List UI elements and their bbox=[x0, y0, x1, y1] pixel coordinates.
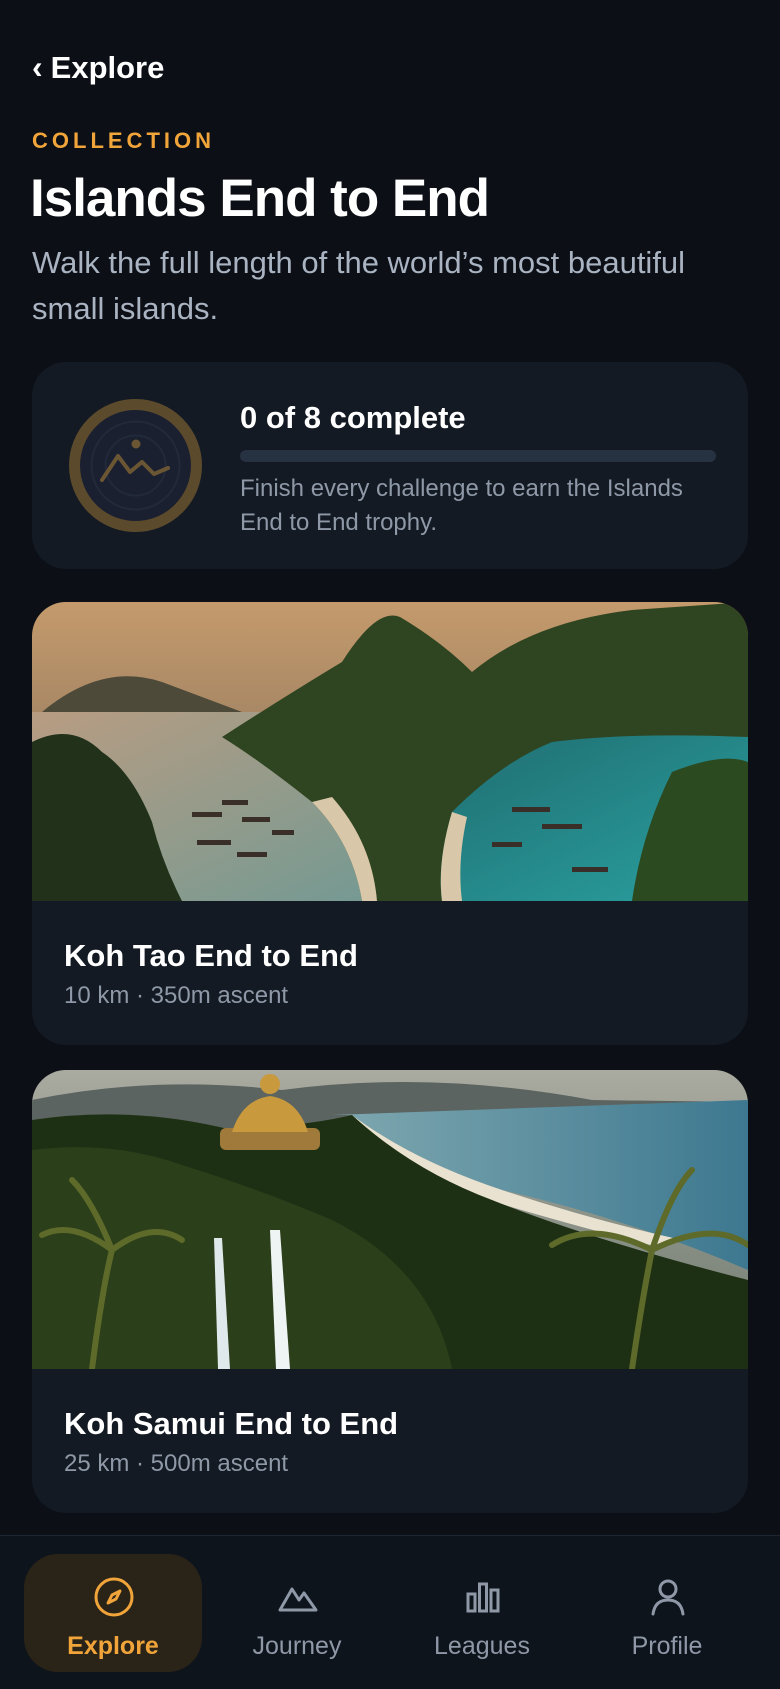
koh-samui-photo bbox=[32, 1070, 748, 1369]
challenge-title: Koh Tao End to End bbox=[64, 938, 358, 973]
trophy-badge-icon bbox=[69, 399, 202, 532]
page-subtitle: Walk the full length of the world’s most… bbox=[32, 245, 686, 326]
collection-eyebrow: COLLECTION bbox=[32, 128, 215, 153]
page-title: Islands End to End bbox=[30, 169, 490, 228]
bottom-tab-bar: Explore Journey Leagues Profile bbox=[0, 1535, 780, 1689]
back-button[interactable]: ‹ Explore bbox=[32, 50, 164, 86]
challenge-meta: 10 km · 350m ascent bbox=[64, 982, 289, 1009]
tab-journey[interactable]: Journey bbox=[208, 1554, 386, 1672]
collection-progress-card: 0 of 8 complete Finish every challenge t… bbox=[32, 362, 748, 569]
tab-leagues[interactable]: Leagues bbox=[393, 1554, 571, 1672]
chevron-left-icon: ‹ bbox=[32, 49, 43, 85]
progress-bar bbox=[240, 450, 716, 462]
progress-description: Finish every challenge to earn the Islan… bbox=[240, 475, 683, 536]
bar-chart-icon bbox=[466, 1582, 500, 1613]
challenge-card-koh-tao[interactable]: Koh Tao End to End 10 km · 350m ascent bbox=[32, 602, 748, 1045]
tab-label: Journey bbox=[252, 1632, 342, 1660]
tab-explore[interactable]: Explore bbox=[24, 1554, 202, 1672]
challenge-meta: 25 km · 500m ascent bbox=[64, 1450, 289, 1477]
progress-count: 0 of 8 complete bbox=[240, 400, 466, 435]
mountain-icon bbox=[278, 1587, 318, 1612]
person-icon bbox=[651, 1579, 685, 1616]
koh-tao-photo bbox=[32, 602, 748, 901]
tab-label: Leagues bbox=[434, 1632, 530, 1660]
challenge-title: Koh Samui End to End bbox=[64, 1406, 399, 1441]
compass-icon bbox=[94, 1577, 134, 1617]
tab-profile[interactable]: Profile bbox=[578, 1554, 756, 1672]
back-label: Explore bbox=[50, 50, 165, 85]
tab-label: Profile bbox=[631, 1632, 703, 1660]
tab-label: Explore bbox=[67, 1632, 159, 1660]
challenge-card-koh-samui[interactable]: Koh Samui End to End 25 km · 500m ascent bbox=[32, 1070, 748, 1513]
